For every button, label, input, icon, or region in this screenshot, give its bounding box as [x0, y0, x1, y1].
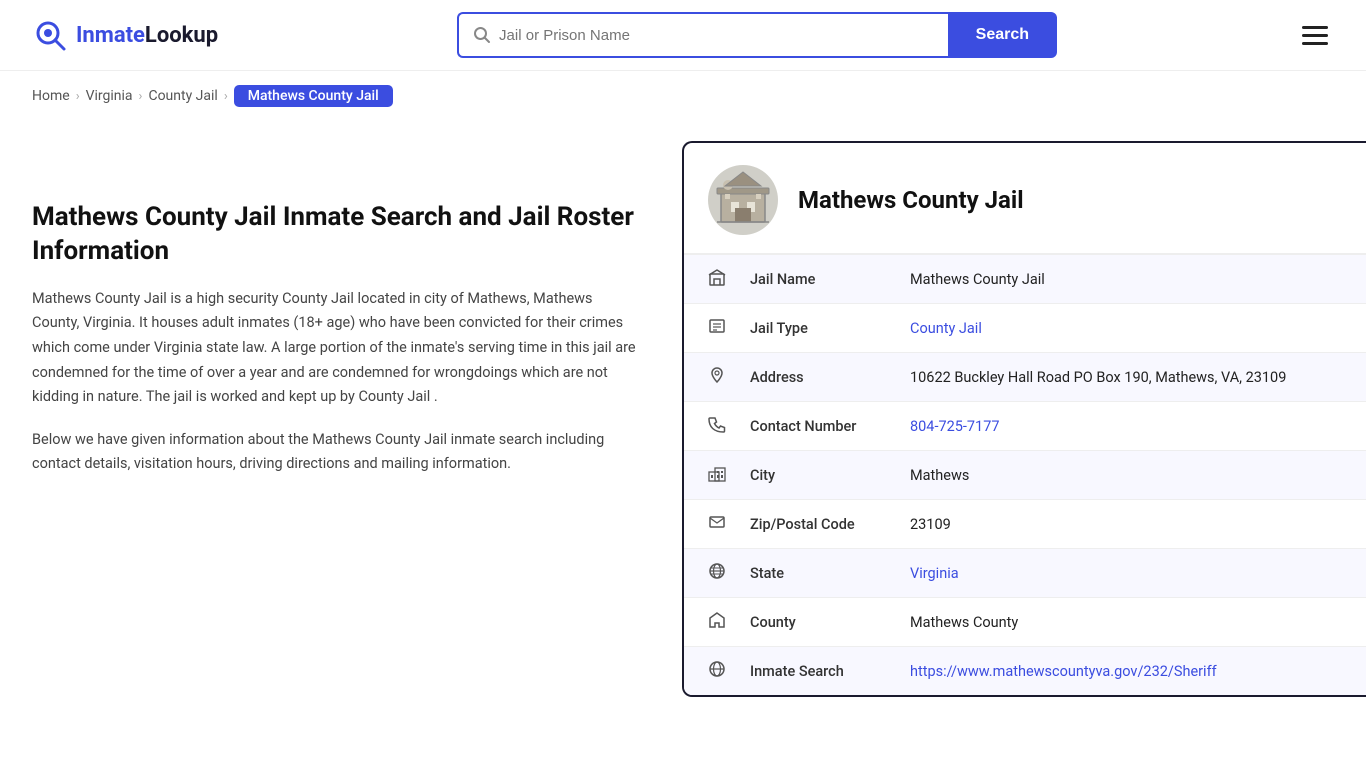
list-icon	[684, 304, 726, 353]
main-content: Mathews County Jail Inmate Search and Ja…	[0, 121, 1366, 737]
row-label: Jail Type	[726, 304, 886, 353]
row-value[interactable]: 804-725-7177	[886, 402, 1366, 451]
breadcrumb-type[interactable]: County Jail	[148, 88, 217, 104]
table-row: Contact Number 804-725-7177	[684, 402, 1366, 451]
breadcrumb-sep3: ›	[224, 89, 228, 104]
row-value[interactable]: County Jail	[886, 304, 1366, 353]
table-row: CountyMathews County	[684, 598, 1366, 647]
jail-avatar	[708, 165, 778, 235]
logo[interactable]: InmateLookup	[32, 17, 218, 53]
table-row: Jail NameMathews County Jail	[684, 255, 1366, 304]
globe-icon	[684, 549, 726, 598]
row-label: Contact Number	[726, 402, 886, 451]
page-description-1: Mathews County Jail is a high security C…	[32, 287, 642, 410]
row-value: 23109	[886, 500, 1366, 549]
search-button[interactable]: Search	[948, 12, 1057, 58]
info-card: Mathews County Jail Jail NameMathews Cou…	[682, 141, 1366, 697]
row-link[interactable]: County Jail	[910, 320, 982, 337]
breadcrumb-active: Mathews County Jail	[234, 85, 393, 107]
card-jail-name: Mathews County Jail	[798, 186, 1024, 214]
header: InmateLookup Search	[0, 0, 1366, 71]
row-label: City	[726, 451, 886, 500]
card-header: Mathews County Jail	[684, 143, 1366, 254]
search-input-wrap	[457, 12, 948, 58]
table-row: Zip/Postal Code23109	[684, 500, 1366, 549]
table-row: CityMathews	[684, 451, 1366, 500]
search-icon	[473, 26, 491, 44]
row-label: County	[726, 598, 886, 647]
row-label: Inmate Search	[726, 647, 886, 696]
row-value[interactable]: https://www.mathewscountyva.gov/232/Sher…	[886, 647, 1366, 696]
search-bar: Search	[457, 12, 1057, 58]
logo-text: InmateLookup	[76, 23, 218, 48]
city-icon	[684, 451, 726, 500]
row-value: Mathews County	[886, 598, 1366, 647]
search-input[interactable]	[499, 27, 934, 44]
table-row: Jail Type County Jail	[684, 304, 1366, 353]
row-label: State	[726, 549, 886, 598]
row-value[interactable]: Virginia	[886, 549, 1366, 598]
table-row: Address10622 Buckley Hall Road PO Box 19…	[684, 353, 1366, 402]
table-row: Inmate Search https://www.mathewscountyva…	[684, 647, 1366, 696]
page-title: Mathews County Jail Inmate Search and Ja…	[32, 201, 642, 269]
breadcrumb-sep2: ›	[139, 89, 143, 104]
row-value: Mathews	[886, 451, 1366, 500]
phone-icon	[684, 402, 726, 451]
left-panel: Mathews County Jail Inmate Search and Ja…	[32, 141, 682, 477]
mail-icon	[684, 500, 726, 549]
breadcrumb-home[interactable]: Home	[32, 88, 70, 104]
row-value: Mathews County Jail	[886, 255, 1366, 304]
breadcrumb-sep1: ›	[76, 89, 80, 104]
breadcrumb: Home › Virginia › County Jail › Mathews …	[0, 71, 1366, 121]
row-label: Address	[726, 353, 886, 402]
row-link[interactable]: 804-725-7177	[910, 418, 1000, 435]
building-icon	[684, 255, 726, 304]
county-icon	[684, 598, 726, 647]
globe2-icon	[684, 647, 726, 696]
row-value: 10622 Buckley Hall Road PO Box 190, Math…	[886, 353, 1366, 402]
page-description-2: Below we have given information about th…	[32, 428, 642, 477]
row-label: Zip/Postal Code	[726, 500, 886, 549]
row-link[interactable]: Virginia	[910, 565, 959, 582]
logo-icon	[32, 17, 68, 53]
pin-icon	[684, 353, 726, 402]
menu-button[interactable]	[1296, 20, 1334, 51]
info-table: Jail NameMathews County JailJail TypeCou…	[684, 254, 1366, 695]
table-row: State Virginia	[684, 549, 1366, 598]
jail-building-icon	[713, 170, 773, 230]
breadcrumb-state[interactable]: Virginia	[86, 88, 133, 104]
row-label: Jail Name	[726, 255, 886, 304]
row-link[interactable]: https://www.mathewscountyva.gov/232/Sher…	[910, 663, 1217, 680]
